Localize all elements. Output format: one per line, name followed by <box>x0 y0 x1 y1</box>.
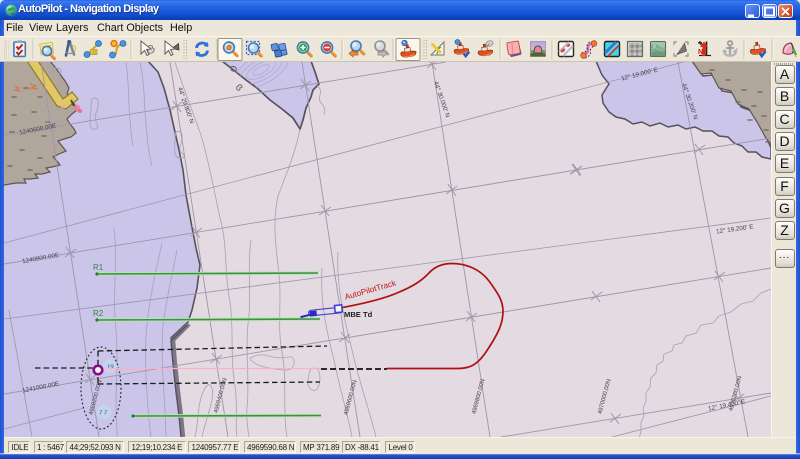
svg-text:91: 91 <box>92 50 98 55</box>
svg-text:19: 19 <box>107 365 114 371</box>
svg-text:N: N <box>698 49 703 56</box>
svg-text:7 7: 7 7 <box>99 411 108 417</box>
svg-text:R2: R2 <box>93 309 104 318</box>
svg-text:R1: R1 <box>93 263 104 272</box>
svg-text:MBE Td: MBE Td <box>344 310 373 319</box>
